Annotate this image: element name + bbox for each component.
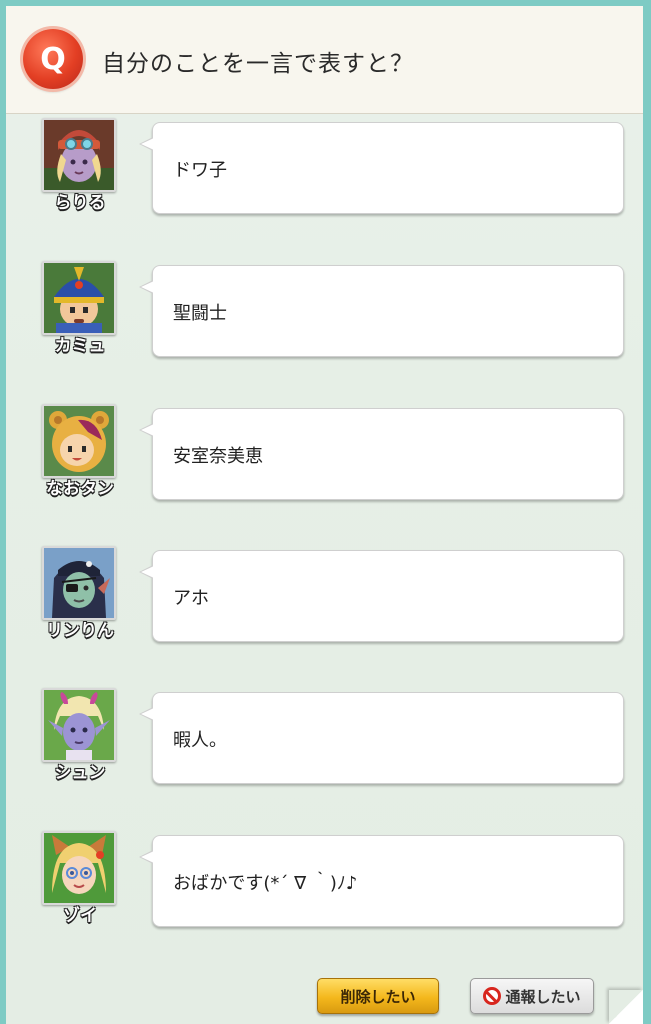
question-header: Q 自分のことを一言で表すと？ (6, 6, 643, 114)
answer-bubble: ドワ子 (139, 122, 624, 214)
answer-text: おばかです(*´ ∇ ｀)ﾉ♪ (173, 873, 358, 894)
dwarf-girl-goggles-avatar[interactable] (42, 118, 116, 192)
player-name: らりる (54, 193, 106, 213)
report-button[interactable]: 通報したい (470, 978, 594, 1014)
answer-text: 暇人。 (173, 730, 227, 751)
horned-elf-avatar[interactable] (42, 688, 116, 762)
answer-bubble: 聖闘士 (139, 265, 624, 357)
answer-text: アホ (173, 588, 209, 609)
answer-text: 安室奈美恵 (173, 446, 263, 467)
answer-entry: ゾイ おばかです(*´ ∇ ｀)ﾉ♪ (6, 831, 643, 931)
page-curl-icon[interactable] (609, 990, 643, 1024)
q-badge-icon: Q (23, 29, 83, 89)
answer-text: 聖闘士 (173, 303, 227, 324)
answer-text: ドワ子 (173, 160, 227, 181)
prohibited-icon (483, 987, 502, 1005)
answer-entry: シュン 暇人。 (6, 688, 643, 788)
blue-helmet-boy-avatar[interactable] (42, 261, 116, 335)
delete-button[interactable]: 削除したい (317, 978, 439, 1014)
answer-bubble: 暇人。 (139, 692, 624, 784)
bear-hood-avatar[interactable] (42, 404, 116, 478)
eyepatch-girl-avatar[interactable] (42, 546, 116, 620)
answer-entry: カミュ 聖闘士 (6, 261, 643, 361)
player-name: なおタン (46, 479, 114, 499)
answer-bubble: 安室奈美恵 (139, 408, 624, 500)
answer-entry: らりる ドワ子 (6, 118, 643, 218)
answer-bubble: おばかです(*´ ∇ ｀)ﾉ♪ (139, 835, 624, 927)
answer-entry: なおタン 安室奈美恵 (6, 404, 643, 504)
answer-bubble: アホ (139, 550, 624, 642)
player-name: ゾイ (63, 906, 97, 926)
question-text: 自分のことを一言で表すと？ (102, 51, 414, 77)
player-name: カミュ (54, 336, 106, 356)
report-button-label: 通報したい (505, 987, 581, 1006)
qa-panel: Q 自分のことを一言で表すと？ らりる ドワ子 カミュ 聖闘士 なおタン 安室奈… (6, 6, 643, 1024)
cat-ear-girl-avatar[interactable] (42, 831, 116, 905)
player-name: シュン (54, 763, 106, 783)
player-name: リンりん (46, 621, 114, 641)
answer-entry: リンりん アホ (6, 546, 643, 646)
